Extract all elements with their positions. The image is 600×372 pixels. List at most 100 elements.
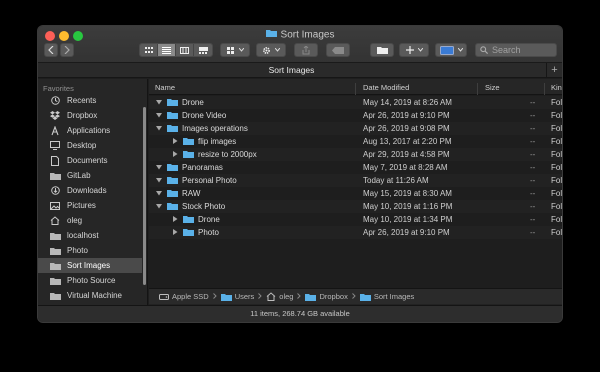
gallery-view-button[interactable]	[194, 44, 212, 56]
sidebar-item-photo[interactable]: Photo	[38, 243, 142, 258]
sidebar-item-label: Photo Source	[67, 276, 116, 285]
table-row[interactable]: Drone May 14, 2019 at 8:26 AM -- Fol	[149, 96, 562, 109]
column-divider[interactable]	[355, 83, 356, 95]
table-row[interactable]: resize to 2000px Apr 29, 2019 at 4:58 PM -…	[149, 148, 562, 161]
status-bar: 11 items, 268.74 GB available	[38, 305, 562, 322]
sidebar-item-documents[interactable]: Documents	[38, 153, 142, 168]
chevron-down-icon	[417, 48, 423, 52]
row-kind: Fol	[551, 150, 562, 159]
sidebar-item-downloads[interactable]: Downloads	[38, 183, 142, 198]
table-row[interactable]: Stock Photo May 10, 2019 at 1:16 PM -- Fol	[149, 200, 562, 213]
search-icon	[480, 46, 488, 54]
table-row[interactable]: Drone Video Apr 26, 2019 at 9:10 PM -- Fol	[149, 109, 562, 122]
sidebar-item-photo-source[interactable]: Photo Source	[38, 273, 142, 288]
sidebar-item-desktop[interactable]: Desktop	[38, 138, 142, 153]
tab-sort-images[interactable]: Sort Images	[38, 65, 545, 75]
path-item-oleg[interactable]: oleg	[266, 292, 293, 301]
disclosure-triangle-right-icon[interactable]	[171, 137, 179, 145]
disclosure-triangle-down-icon[interactable]	[155, 163, 163, 171]
folder-icon	[167, 202, 178, 212]
home-icon	[266, 292, 276, 301]
disclosure-triangle-right-icon[interactable]	[171, 150, 179, 158]
search-field[interactable]	[475, 43, 557, 57]
column-divider[interactable]	[477, 83, 478, 95]
share-button[interactable]	[294, 43, 318, 57]
edit-tags-button[interactable]	[326, 43, 350, 57]
search-input[interactable]	[492, 45, 552, 55]
chevron-right-icon	[297, 292, 302, 301]
path-item-dropbox[interactable]: Dropbox	[305, 292, 348, 301]
row-kind: Fol	[551, 202, 562, 211]
disclosure-triangle-down-icon[interactable]	[155, 124, 163, 132]
sidebar: Favorites Recents Dropbox Applications Desk…	[38, 79, 148, 310]
icon-view-button[interactable]	[140, 44, 158, 56]
sidebar-item-pictures[interactable]: Pictures	[38, 198, 142, 213]
sidebar-item-dropbox[interactable]: Dropbox	[38, 108, 142, 123]
action-menu-button[interactable]	[256, 43, 286, 57]
row-date-modified: May 14, 2019 at 8:26 AM	[363, 98, 452, 107]
folder-icon	[49, 276, 61, 286]
table-row[interactable]: Personal Photo Today at 11:26 AM -- Fol	[149, 174, 562, 187]
group-by-button[interactable]	[220, 43, 250, 57]
disclosure-triangle-down-icon[interactable]	[155, 111, 163, 119]
sidebar-item-gitlab[interactable]: GitLab	[38, 168, 142, 183]
folder-icon	[183, 137, 194, 147]
column-date-header[interactable]: Date Modified	[363, 83, 409, 92]
row-date-modified: May 15, 2019 at 8:30 AM	[363, 189, 452, 198]
sidebar-item-applications[interactable]: Applications	[38, 123, 142, 138]
table-row[interactable]: Photo Apr 26, 2019 at 9:10 PM -- Fol	[149, 226, 562, 239]
columns-icon	[180, 46, 189, 54]
folder-icon	[167, 124, 178, 134]
table-row[interactable]: RAW May 15, 2019 at 8:30 AM -- Fol	[149, 187, 562, 200]
disclosure-triangle-right-icon[interactable]	[171, 228, 179, 236]
list-view-button[interactable]	[158, 44, 176, 56]
table-row[interactable]: Images operations Apr 26, 2019 at 9:08 PM…	[149, 122, 562, 135]
sidebar-scrollbar[interactable]	[143, 107, 146, 285]
row-size: --	[530, 176, 536, 185]
sidebar-item-label: GitLab	[67, 171, 91, 180]
sidebar-item-sort-images[interactable]: Sort Images	[38, 258, 142, 273]
row-name: Drone	[198, 215, 220, 224]
list-icon	[162, 46, 171, 54]
disclosure-triangle-down-icon[interactable]	[155, 202, 163, 210]
add-button[interactable]	[399, 43, 429, 57]
sidebar-item-label: Dropbox	[67, 111, 98, 120]
disclosure-triangle-down-icon[interactable]	[155, 98, 163, 106]
sidebar-item-localhost[interactable]: localhost	[38, 228, 142, 243]
folder-icon	[183, 215, 194, 225]
back-button[interactable]	[44, 43, 58, 57]
row-date-modified: May 10, 2019 at 1:16 PM	[363, 202, 453, 211]
column-divider[interactable]	[544, 83, 545, 95]
folder-icon	[305, 293, 317, 301]
sidebar-item-virtual-machine[interactable]: Virtual Machine	[38, 288, 142, 303]
column-name-header[interactable]: Name	[155, 83, 175, 92]
gallery-icon	[198, 46, 208, 54]
new-folder-button[interactable]	[370, 43, 394, 57]
sidebar-item-label: Pictures	[67, 201, 96, 210]
table-row[interactable]: flip images Aug 13, 2017 at 2:20 PM -- Fol	[149, 135, 562, 148]
column-view-button[interactable]	[176, 44, 194, 56]
sidebar-item-recents[interactable]: Recents	[38, 93, 142, 108]
forward-button[interactable]	[60, 43, 74, 57]
sidebar-item-label: Documents	[67, 156, 108, 165]
table-row[interactable]: Drone May 10, 2019 at 1:34 PM -- Fol	[149, 213, 562, 226]
sidebar-item-label: localhost	[67, 231, 99, 240]
sidebar-item-label: Downloads	[67, 186, 107, 195]
column-size-header[interactable]: Size	[485, 83, 500, 92]
path-item-users[interactable]: Users	[220, 292, 254, 301]
window-title: Sort Images	[280, 29, 335, 41]
column-kind-header[interactable]: Kin	[551, 83, 562, 92]
row-size: --	[530, 124, 536, 133]
row-name: Personal Photo	[182, 176, 237, 185]
tag-color-button[interactable]	[435, 43, 467, 57]
row-size: --	[530, 150, 536, 159]
disclosure-triangle-down-icon[interactable]	[155, 176, 163, 184]
disclosure-triangle-down-icon[interactable]	[155, 189, 163, 197]
sidebar-item-oleg[interactable]: oleg	[38, 213, 142, 228]
disclosure-triangle-right-icon[interactable]	[171, 215, 179, 223]
row-date-modified: Aug 13, 2017 at 2:20 PM	[363, 137, 452, 146]
new-tab-button[interactable]: +	[546, 63, 562, 78]
table-row[interactable]: Panoramas May 7, 2019 at 8:28 AM -- Fol	[149, 161, 562, 174]
path-item-sort-images[interactable]: Sort Images	[359, 292, 414, 301]
path-item-apple-ssd[interactable]: Apple SSD	[159, 292, 209, 301]
